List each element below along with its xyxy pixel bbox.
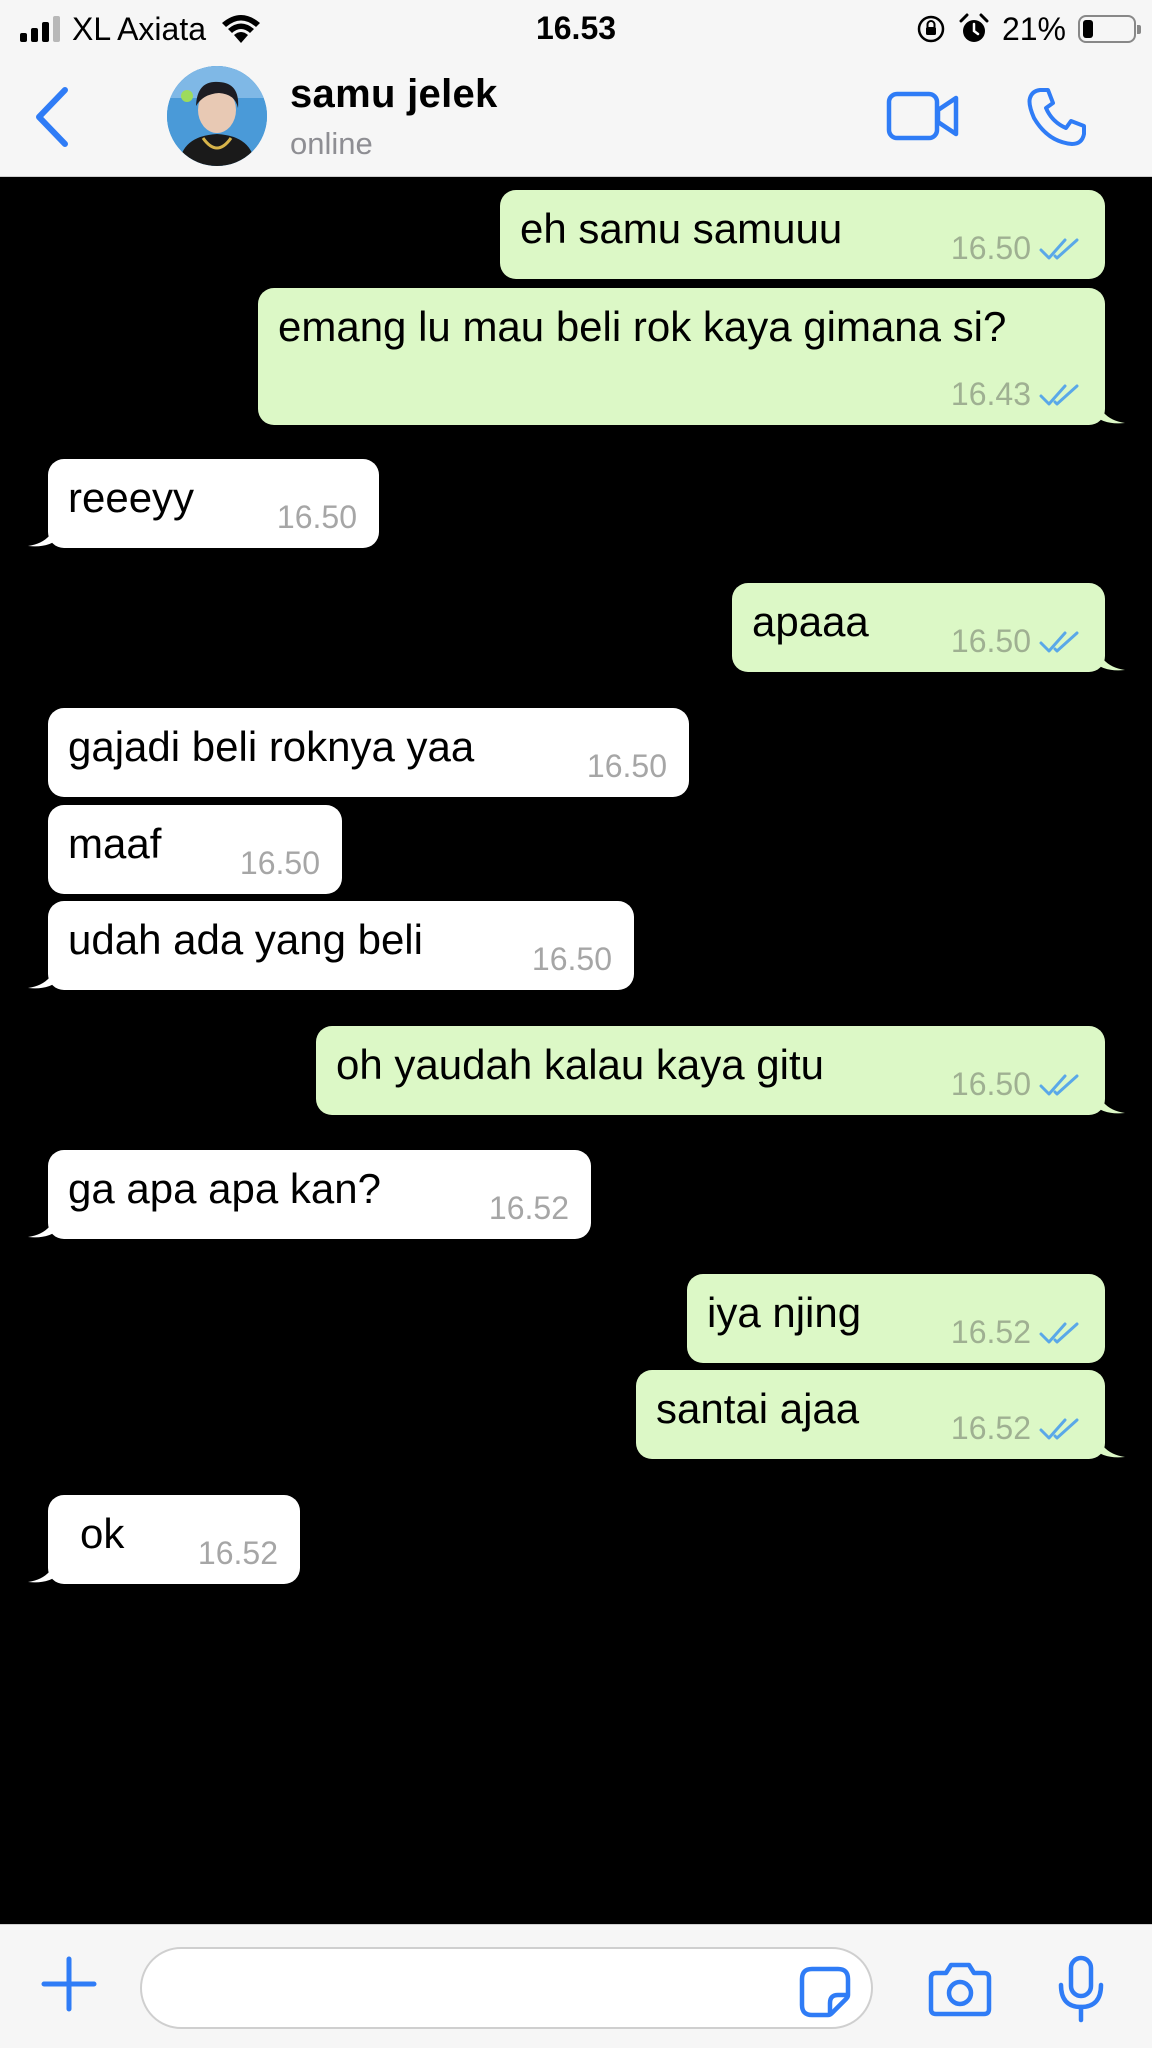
- attach-button[interactable]: [38, 1953, 100, 2015]
- message-time: 16.50: [950, 623, 1031, 659]
- bubble-tail: [1095, 636, 1125, 671]
- message-meta: 16.50: [240, 845, 320, 882]
- message-time: 16.50: [239, 845, 320, 881]
- video-camera-icon: [886, 91, 959, 141]
- message-meta: 16.50: [951, 1066, 1083, 1103]
- outgoing-message[interactable]: oh yaudah kalau kaya gitu 16.50: [316, 1026, 1125, 1115]
- message-time: 16.50: [950, 230, 1031, 266]
- incoming-message[interactable]: udah ada yang beli 16.50: [28, 901, 634, 990]
- message-input-bar: [0, 1924, 1152, 2048]
- alarm-icon: [959, 13, 989, 42]
- sticker-button[interactable]: [798, 1965, 852, 2019]
- bubble-tail: [1095, 1423, 1125, 1458]
- chat-header: XL Axiata 16.53 21% samu jelek online: [0, 0, 1152, 177]
- read-ticks-icon: [1039, 1074, 1079, 1095]
- outgoing-message[interactable]: apaaa 16.50: [732, 583, 1125, 672]
- message-meta: 16.52: [489, 1190, 569, 1227]
- message-time: 16.52: [950, 1410, 1031, 1446]
- rotation-lock-icon: [917, 15, 945, 43]
- chevron-left-icon: [36, 87, 68, 147]
- message-text: emang lu mau beli rok kaya gimana si?: [278, 303, 1007, 350]
- message-meta: 16.50: [951, 623, 1083, 660]
- message-time: 16.52: [488, 1190, 569, 1226]
- message-time: 16.50: [531, 941, 612, 977]
- incoming-message[interactable]: gajadi beli roknya yaa 16.50: [48, 708, 689, 797]
- camera-icon: [928, 1962, 992, 2017]
- bubble-tail: [28, 954, 58, 989]
- message-meta: 16.52: [951, 1314, 1083, 1351]
- message-text: udah ada yang beli: [68, 916, 423, 963]
- incoming-message[interactable]: reeeyy 16.50: [28, 459, 379, 548]
- outgoing-message[interactable]: emang lu mau beli rok kaya gimana si? 16…: [258, 288, 1125, 425]
- message-input[interactable]: [140, 1947, 873, 2029]
- message-time: 16.50: [586, 748, 667, 784]
- read-ticks-icon: [1039, 1418, 1079, 1439]
- message-time: 16.43: [950, 376, 1031, 412]
- message-time: 16.50: [950, 1066, 1031, 1102]
- battery-icon: [1078, 15, 1141, 43]
- bubble-tail: [28, 1203, 58, 1238]
- voice-call-button[interactable]: [1026, 86, 1088, 148]
- battery-level: [1083, 20, 1094, 38]
- bubble-tail: [28, 1548, 58, 1583]
- plus-icon: [41, 1956, 97, 2012]
- back-button[interactable]: [28, 84, 78, 150]
- read-ticks-icon: [1039, 238, 1079, 259]
- message-text: gajadi beli roknya yaa: [68, 723, 475, 770]
- status-right: 21%: [916, 10, 1141, 47]
- message-meta: 16.52: [198, 1535, 278, 1572]
- contact-name[interactable]: samu jelek: [290, 72, 498, 117]
- bubble-tail: [1095, 389, 1125, 424]
- voice-message-button[interactable]: [1056, 1955, 1106, 2023]
- outgoing-message[interactable]: eh samu samuuu 16.50: [500, 190, 1105, 279]
- sticker-icon: [799, 1966, 851, 2018]
- message-time: 16.52: [197, 1535, 278, 1571]
- message-meta: 16.50: [951, 230, 1083, 267]
- read-ticks-icon: [1039, 1322, 1079, 1343]
- message-meta: 16.50: [277, 499, 357, 536]
- incoming-message[interactable]: ok 16.52: [28, 1495, 300, 1584]
- incoming-message[interactable]: maaf 16.50: [48, 805, 342, 894]
- message-time: 16.50: [276, 499, 357, 535]
- read-ticks-icon: [1039, 631, 1079, 652]
- message-time: 16.52: [950, 1314, 1031, 1350]
- contact-status: online: [290, 126, 373, 161]
- bubble-tail: [1095, 1079, 1125, 1114]
- phone-icon: [1027, 88, 1086, 146]
- read-ticks-icon: [1039, 384, 1079, 405]
- video-call-button[interactable]: [886, 88, 960, 144]
- message-list[interactable]: eh samu samuuu 16.50 emang lu mau beli r…: [0, 178, 1152, 1924]
- contact-avatar[interactable]: [167, 66, 267, 166]
- message-meta: 16.50: [587, 748, 667, 785]
- message-meta: 16.52: [951, 1410, 1083, 1447]
- battery-percent: 21%: [1001, 10, 1066, 47]
- message-meta: 16.50: [532, 941, 612, 978]
- bubble-tail: [28, 512, 58, 547]
- outgoing-message[interactable]: iya njing 16.52: [687, 1274, 1105, 1363]
- microphone-icon: [1058, 1955, 1104, 2023]
- outgoing-message[interactable]: santai ajaa 16.52: [636, 1370, 1125, 1459]
- status-bar: XL Axiata 16.53 21%: [0, 0, 1152, 58]
- incoming-message[interactable]: ga apa apa kan? 16.52: [28, 1150, 591, 1239]
- message-meta: 16.43: [951, 376, 1083, 413]
- camera-button[interactable]: [928, 1961, 992, 2017]
